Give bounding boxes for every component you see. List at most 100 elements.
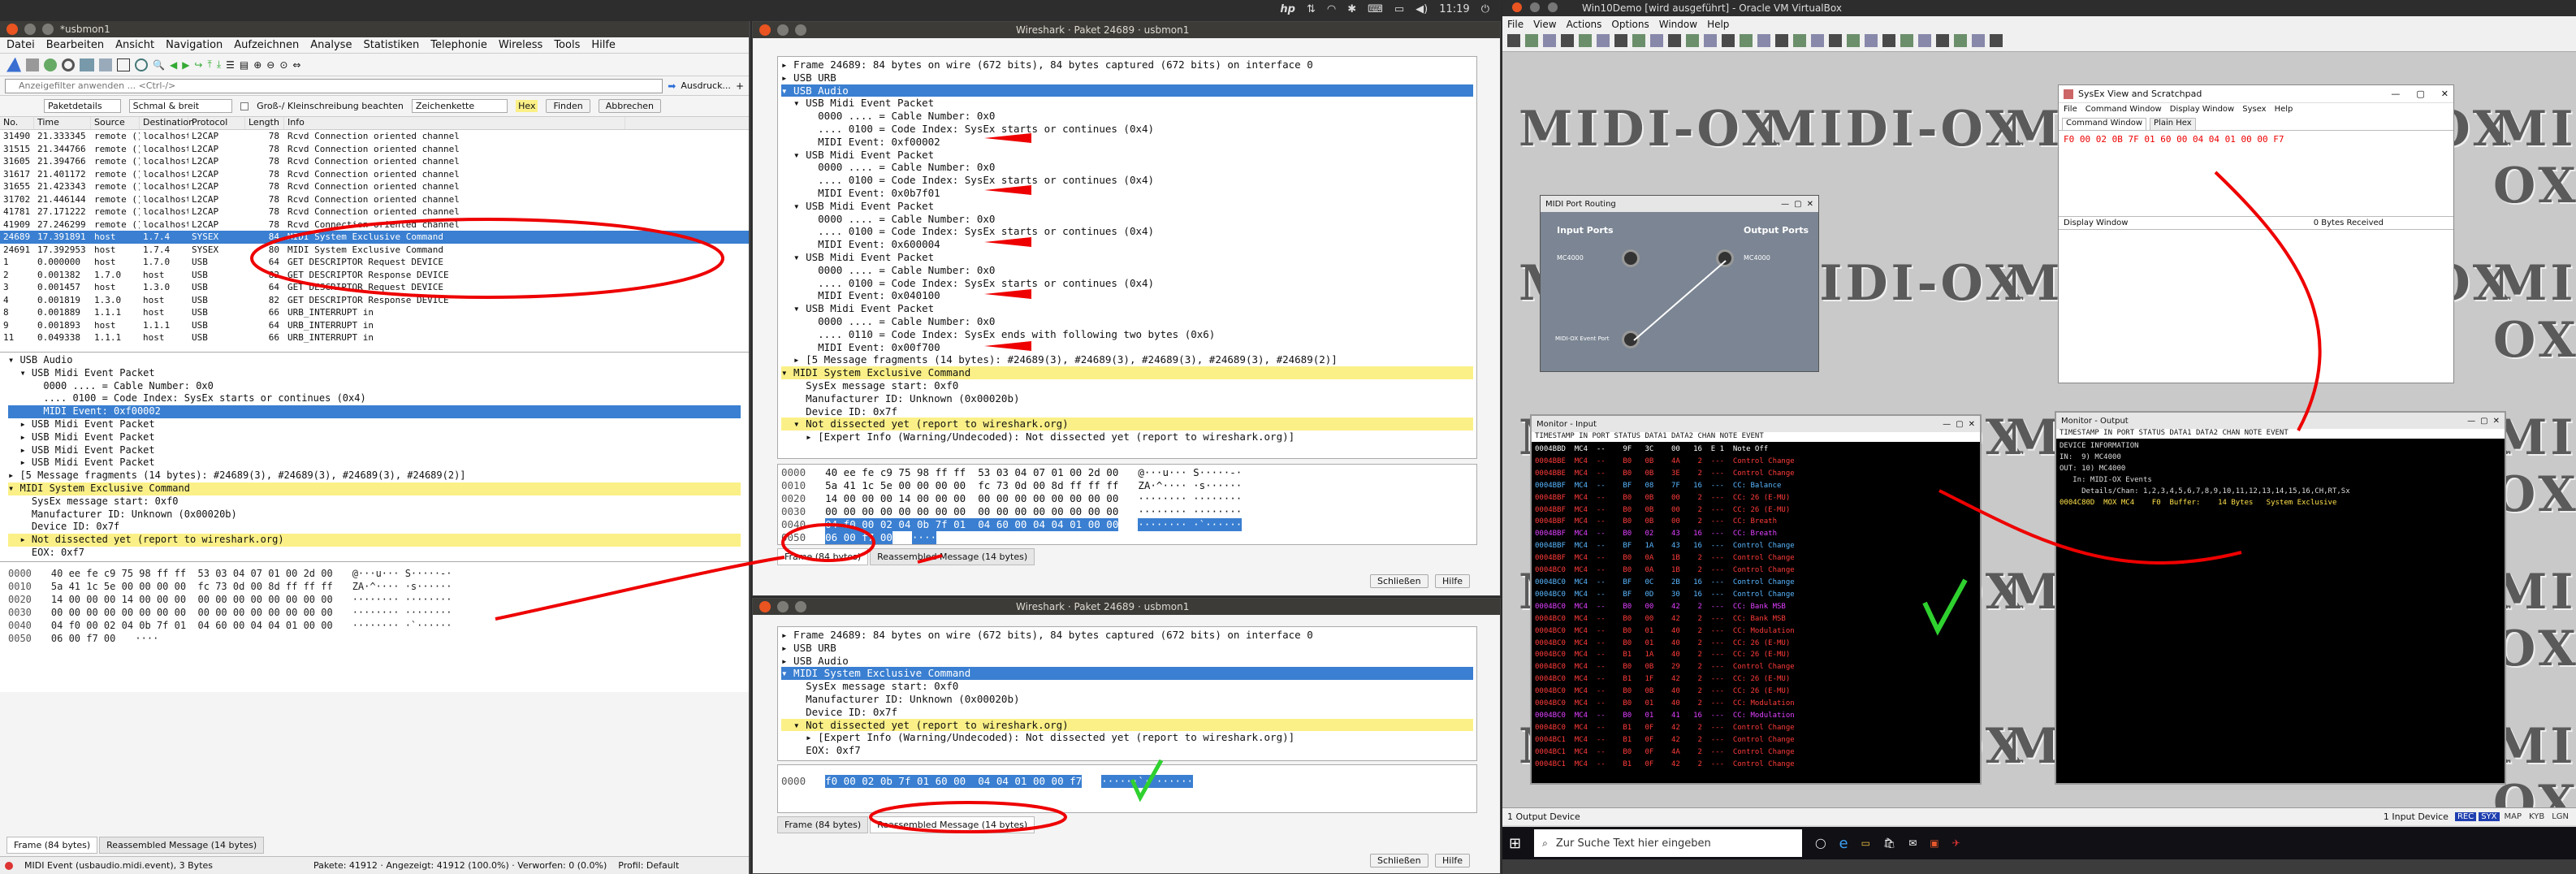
hex-ascii[interactable]: ········ ·`······ (352, 619, 452, 632)
close-file-icon[interactable] (117, 58, 130, 71)
midiox-menu-4[interactable]: Window (1659, 19, 1697, 30)
column-header-5[interactable]: Length (245, 117, 284, 129)
hex-ascii[interactable]: ········ ········ (1138, 505, 1242, 518)
column-header-4[interactable]: Protocol (188, 117, 245, 129)
dialog1-maximize-icon[interactable] (795, 24, 806, 36)
table-row[interactable]: 9 0.001893 host 1.1.1 USB 64 URB_INTERRUPT in (0, 319, 749, 332)
hex-bytes[interactable]: 04 f0 00 02 04 0b 7f 01 04 60 00 04 04 0… (51, 619, 333, 632)
sysex-max-icon[interactable]: ▢ (2416, 89, 2424, 99)
zoom-out-icon[interactable]: ⊖ (266, 59, 274, 71)
detail-line[interactable]: .... 0100 = Code Index: SysEx starts or … (781, 123, 1473, 136)
hex-ascii[interactable]: @···u··· S·····-· (352, 567, 452, 580)
stop-icon[interactable] (26, 58, 39, 71)
status-tag-syx[interactable]: SYX (2479, 812, 2500, 821)
sysex-menu-3[interactable]: Sysex (2242, 105, 2266, 116)
app-icon[interactable]: ✈ (1952, 837, 1960, 849)
hex-line[interactable]: 0020 14 00 00 00 14 00 00 00 00 00 00 00 … (8, 593, 741, 606)
resize-columns-icon[interactable]: ⇔ (292, 59, 300, 71)
sysex-menu-2[interactable]: Display Window (2170, 105, 2234, 116)
autoscroll-icon[interactable]: ☰ (226, 59, 235, 71)
hex-bytes[interactable]: 06 00 f7 00 (51, 632, 115, 645)
mon-out-min-icon[interactable]: — (2467, 417, 2475, 426)
midiox-toolbar-icon[interactable] (1543, 34, 1556, 47)
detail-line[interactable]: ▾ USB Audio (8, 354, 741, 367)
detail-line[interactable]: ▸ USB Midi Event Packet (8, 456, 741, 469)
detail-line[interactable]: Manufacturer ID: Unknown (0x00020b) (781, 392, 1473, 405)
hex-bytes[interactable]: 5a 41 1c 5e 00 00 00 00 fc 73 0d 00 8d f… (51, 580, 333, 593)
menu-item-1[interactable]: Bearbeiten (46, 39, 104, 51)
menu-item-7[interactable]: Telephonie (430, 39, 487, 51)
status-tag-kyb[interactable]: KYB (2526, 812, 2547, 821)
vbox-min-icon[interactable] (1530, 2, 1540, 12)
mail-icon[interactable]: ✉ (1908, 837, 1917, 849)
mon-out-max-icon[interactable]: ▢ (2480, 417, 2487, 426)
detail-line[interactable]: MIDI Event: 0x00f700 (781, 341, 1473, 354)
detail-line[interactable]: SysEx message start: 0xf0 (781, 379, 1473, 392)
volume-icon[interactable]: ◀) (1416, 3, 1428, 15)
table-row[interactable]: 4 0.001819 1.3.0 host USB 82 GET DESCRIPTOR Re… (0, 294, 749, 307)
detail-line[interactable]: ▸ [Expert Info (Warning/Undecoded): Not … (781, 431, 1473, 443)
edge-icon[interactable]: e (1839, 835, 1848, 852)
save-icon[interactable] (99, 58, 112, 71)
midiox-toolbar-icon[interactable] (1829, 34, 1842, 47)
table-row[interactable]: 31605 21.394766 remote ()localhost () L2CAP… (0, 155, 749, 168)
menu-item-6[interactable]: Statistiken (363, 39, 419, 51)
store-icon[interactable]: 🛍 (1883, 837, 1895, 849)
detail-line[interactable]: 0000 .... = Cable Number: 0x0 (8, 380, 741, 393)
column-header-6[interactable]: Info (284, 117, 625, 129)
dialog1-close-button[interactable]: Schließen (1370, 574, 1428, 588)
menu-item-10[interactable]: Hilfe (591, 39, 616, 51)
midiox-toolbar-icon[interactable] (1900, 34, 1913, 47)
hex-line[interactable]: 0010 5a 41 1c 5e 00 00 00 00 fc 73 0d 00 … (8, 580, 741, 593)
forward-icon[interactable]: ▶ (182, 59, 189, 71)
detail-line[interactable]: ▸ [5 Message fragments (14 bytes): #2468… (8, 469, 741, 482)
detail-line[interactable]: .... 0100 = Code Index: SysEx starts or … (781, 225, 1473, 238)
table-row[interactable]: 2 0.001382 1.7.0 host USB 82 GET DESCRIPTOR Re… (0, 269, 749, 282)
hex-ascii[interactable]: ········ ········ (352, 606, 452, 619)
last-icon[interactable]: ⤓ (217, 58, 221, 71)
hex-bytes[interactable]: 5a 41 1c 5e 00 00 00 00 fc 73 0d 00 8d f… (825, 479, 1118, 492)
column-header-3[interactable]: Destination (140, 117, 194, 129)
options-icon[interactable] (62, 58, 75, 71)
table-row[interactable]: 31702 21.446144 remote ()localhost () L2CAP… (0, 193, 749, 206)
column-header-2[interactable]: Source (91, 117, 140, 129)
hp-icon[interactable]: hp (1280, 3, 1295, 15)
cancel-find-button[interactable]: Abbrechen (598, 99, 662, 113)
table-row[interactable]: 31655 21.423343 remote ()localhost () L2CAP… (0, 180, 749, 193)
detail-line[interactable]: .... 0100 = Code Index: SysEx starts or … (781, 277, 1473, 290)
sysex-menu-0[interactable]: File (2064, 105, 2077, 116)
first-icon[interactable]: ⤒ (207, 58, 211, 71)
detail-line[interactable]: .... 0100 = Code Index: SysEx starts or … (781, 174, 1473, 187)
hex-line[interactable]: 0030 00 00 00 00 00 00 00 00 00 00 00 00 … (8, 606, 741, 619)
status-tag-rec[interactable]: REC (2454, 812, 2477, 821)
detail-line[interactable]: ▸ USB URB (781, 642, 1473, 655)
detail-line[interactable]: ▾ USB Midi Event Packet (781, 302, 1473, 315)
vbox-max-icon[interactable] (1548, 2, 1558, 12)
maximize-window-icon[interactable] (42, 24, 54, 35)
menu-item-8[interactable]: Wireless (499, 39, 542, 51)
sysex-close-icon[interactable]: ✕ (2441, 89, 2448, 99)
table-row[interactable]: 31617 21.401172 remote ()localhost () L2CAP… (0, 168, 749, 181)
detail-line[interactable]: ▾ Not dissected yet (report to wireshark… (781, 718, 1473, 732)
table-row[interactable]: 3 0.001457 host 1.3.0 USB 64 GET DESCRIPTOR Re… (0, 281, 749, 294)
hex-line[interactable]: 0010 5a 41 1c 5e 00 00 00 00 fc 73 0d 00 … (781, 479, 1473, 492)
table-row[interactable]: 24689 17.391891 host 1.7.4 SYSEX 84 MIDI Syste… (0, 231, 749, 244)
detail-line[interactable]: ▾ Not dissected yet (report to wireshark… (781, 418, 1473, 431)
midiox-menu-0[interactable]: File (1507, 19, 1524, 30)
detail-line[interactable]: ▾ USB Midi Event Packet (781, 149, 1473, 162)
hex-ascii[interactable]: ···· (135, 632, 158, 645)
hex-line[interactable]: 0000 40 ee fe c9 75 98 ff ff 53 03 04 07 … (781, 466, 1473, 479)
detail-line[interactable]: ▸ USB Midi Event Packet (8, 431, 741, 444)
mon-in-close-icon[interactable]: ✕ (1969, 420, 1975, 429)
detail-line[interactable]: Manufacturer ID: Unknown (0x00020b) (8, 508, 741, 521)
bytes-tab-1[interactable]: Reassembled Message (14 bytes) (99, 837, 265, 854)
search-type-select[interactable]: Zeichenkette (411, 99, 508, 113)
taskbar-search[interactable]: ⌕ Zur Suche Text hier eingeben (1534, 829, 1803, 857)
midiox-menu-3[interactable]: Options (1611, 19, 1649, 30)
restart-icon[interactable] (44, 58, 57, 71)
close-window-icon[interactable] (6, 24, 18, 35)
hex-ascii[interactable]: ······`· ······ (1101, 775, 1194, 788)
detail-line[interactable]: .... 0100 = Code Index: SysEx starts or … (8, 392, 741, 405)
midiox-toolbar-icon[interactable] (1579, 34, 1592, 47)
dialog1-help-button[interactable]: Hilfe (1435, 574, 1471, 588)
